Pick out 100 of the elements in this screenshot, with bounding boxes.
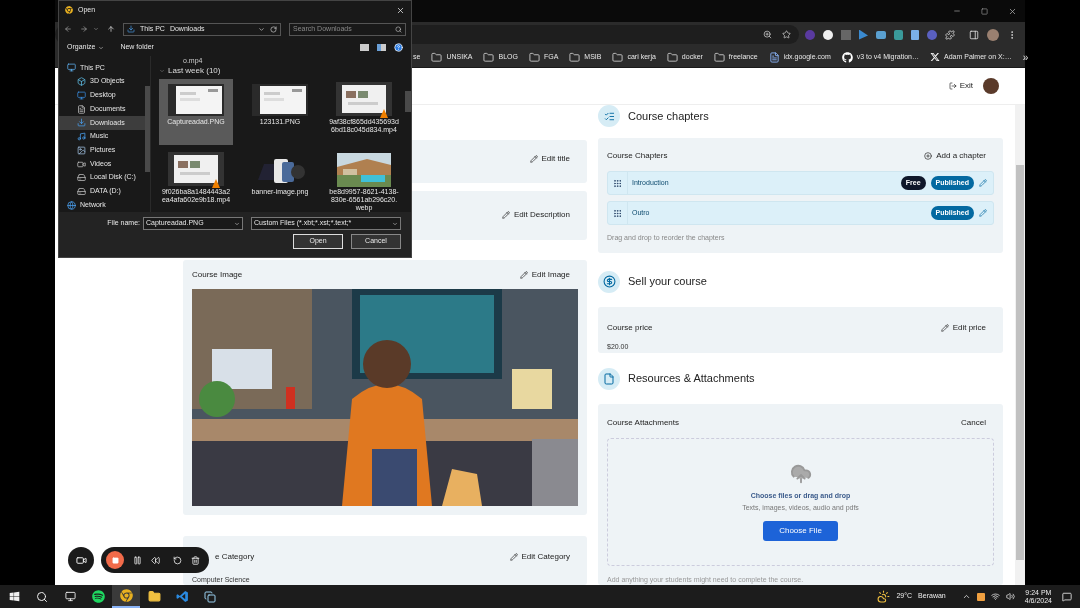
group-heading: Last week (10) — [168, 65, 221, 77]
desktop-icon — [77, 90, 86, 100]
pencil-icon — [509, 552, 518, 561]
github-icon — [841, 51, 853, 63]
tray-app-icon[interactable] — [976, 592, 985, 601]
extension-icon[interactable] — [911, 29, 919, 40]
section-heading: Course chapters — [628, 108, 709, 124]
pencil-icon — [529, 155, 538, 163]
pencil-icon — [519, 270, 528, 279]
notes-icon — [204, 590, 216, 603]
folder-icon — [612, 51, 624, 63]
close-icon[interactable] — [1008, 6, 1017, 16]
pencil-icon — [501, 210, 510, 219]
stop-icon — [111, 556, 119, 564]
wifi-icon[interactable] — [990, 592, 1000, 601]
caret-icon — [98, 44, 105, 51]
folder-icon — [713, 51, 725, 63]
card-title: Course Attachments — [607, 416, 680, 429]
maximize-icon[interactable] — [981, 7, 988, 15]
music-icon — [77, 132, 86, 142]
cube-icon — [77, 77, 86, 87]
close-icon[interactable] — [396, 5, 405, 15]
extensions-icon[interactable] — [945, 29, 955, 40]
task-view-icon — [64, 591, 76, 602]
search-icon — [395, 25, 402, 33]
extension-icon[interactable] — [823, 29, 833, 40]
edit-button[interactable]: Edit Image — [519, 268, 570, 281]
stop-button[interactable] — [106, 551, 124, 569]
card-title: Course Chapters — [607, 150, 668, 162]
picture-icon — [77, 145, 86, 155]
card-title: Course price — [607, 321, 653, 334]
up-icon[interactable] — [107, 25, 115, 33]
dropdown-icon — [234, 220, 240, 227]
pause-icon[interactable] — [133, 555, 142, 565]
drag-handle-icon[interactable] — [613, 178, 622, 188]
taskbar-app[interactable] — [112, 585, 140, 608]
edit-button[interactable]: Edit title — [529, 153, 570, 165]
drive-icon — [77, 186, 86, 196]
volume-icon[interactable] — [1005, 592, 1015, 601]
weather-icon[interactable] — [877, 590, 891, 603]
folder-icon — [666, 51, 678, 63]
checklist-icon — [603, 110, 615, 122]
add-chapter-button[interactable]: Add a chapter — [924, 150, 986, 162]
help-icon[interactable] — [394, 43, 403, 52]
profile-avatar[interactable] — [987, 28, 999, 41]
chrome-icon — [119, 589, 133, 602]
video-thumbnail — [168, 152, 224, 188]
x-icon — [930, 52, 940, 62]
forward-icon[interactable] — [80, 25, 88, 33]
card-title: Course Image — [192, 268, 243, 281]
windows-icon — [8, 591, 20, 602]
plus-icon — [924, 152, 933, 160]
network-icon — [67, 200, 76, 210]
drive-icon — [77, 173, 86, 183]
upload-cloud-icon — [789, 462, 812, 485]
section-heading: Sell your course — [628, 274, 707, 290]
page-icon — [768, 51, 780, 63]
download-icon — [77, 118, 86, 128]
dropdown-icon — [392, 220, 398, 227]
cancel-button[interactable]: Cancel — [961, 416, 986, 429]
document-icon — [77, 104, 86, 114]
computer-icon — [67, 63, 76, 73]
refresh-icon — [270, 25, 277, 33]
rewind-icon[interactable] — [151, 555, 160, 565]
pencil-icon — [940, 323, 949, 332]
edit-button[interactable]: Edit price — [940, 321, 986, 334]
tray-chevron-icon[interactable] — [961, 592, 971, 601]
section-heading: Resources & Attachments — [628, 371, 755, 387]
side-panel-icon[interactable] — [969, 29, 979, 40]
back-icon[interactable] — [64, 25, 72, 33]
notification-icon[interactable] — [1062, 591, 1072, 602]
video-thumbnail — [336, 82, 392, 118]
user-avatar[interactable] — [983, 78, 999, 94]
extension-icon[interactable] — [876, 30, 886, 39]
more-bookmarks-button[interactable]: » — [1022, 49, 1029, 65]
folder-icon — [569, 51, 581, 63]
camera-icon — [75, 554, 87, 566]
search-icon — [36, 590, 48, 603]
folder-icon — [431, 51, 443, 63]
video-icon — [77, 159, 86, 169]
dropdown-icon — [258, 25, 265, 33]
drag-handle-icon[interactable] — [613, 208, 622, 218]
bookmark-star-icon[interactable] — [782, 30, 791, 39]
edit-button[interactable]: Edit Description — [501, 208, 570, 221]
choose-file-button[interactable]: Choose File — [763, 520, 838, 541]
download-icon — [127, 25, 135, 33]
chrome-icon — [65, 6, 73, 14]
restart-icon[interactable] — [173, 555, 182, 565]
folder-icon — [528, 51, 540, 63]
zoom-icon[interactable] — [763, 30, 772, 39]
exit-button[interactable]: Exit — [948, 80, 973, 92]
scrollbar[interactable] — [1015, 105, 1025, 585]
code-editor-icon — [175, 590, 189, 603]
screenshot-thumbnail — [168, 84, 224, 116]
edit-button[interactable]: Edit Category — [509, 550, 570, 563]
spotify-icon — [91, 590, 105, 603]
delete-icon[interactable] — [191, 555, 200, 565]
dollar-icon — [602, 275, 616, 288]
document-icon — [603, 372, 615, 385]
card-title: e Category — [215, 550, 255, 563]
